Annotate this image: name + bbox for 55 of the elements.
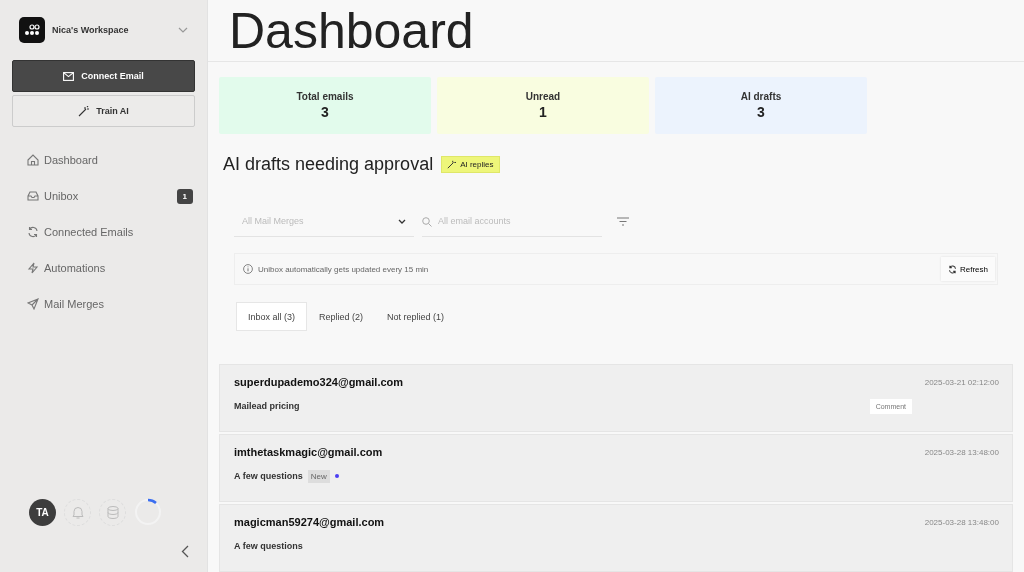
email-row[interactable]: imthetaskmagic@gmail.com 2025-03-28 13:48:00 A few questions New — [219, 434, 1013, 502]
new-tag: New — [307, 469, 330, 483]
home-icon — [27, 154, 39, 166]
refresh-icon — [948, 264, 957, 274]
search-icon — [422, 216, 432, 227]
inbox-icon — [27, 190, 39, 202]
count-badge: 1 — [176, 188, 193, 204]
collapse-chevron-icon[interactable] — [181, 545, 189, 558]
stat-label: AI drafts — [740, 91, 782, 102]
info-text: Unibox automatically gets updated every 15 min — [258, 264, 430, 274]
filter-tab[interactable]: Replied (2) — [307, 302, 376, 331]
nav-item[interactable]: Unibox 1 — [27, 185, 195, 207]
chevron-down-icon[interactable] — [178, 27, 188, 33]
loading-spinner — [134, 498, 162, 526]
mail-icon — [63, 71, 75, 81]
sender-email: imthetaskmagic@gmail.com — [234, 446, 383, 458]
magic-wand-icon — [78, 105, 90, 117]
sync-icon — [27, 226, 39, 238]
stat-value: 1 — [539, 104, 547, 120]
email-row[interactable]: magicman59274@gmail.com 2025-03-28 13:48:00 A few questions — [219, 504, 1013, 572]
email-subject: A few questions — [234, 541, 303, 551]
sender-email: magicman59274@gmail.com — [234, 516, 385, 528]
refresh-button[interactable]: Refresh — [941, 257, 995, 281]
user-avatar[interactable]: TA — [29, 498, 56, 526]
stat-label: Total emails — [296, 91, 354, 102]
sender-email: superdupademo324@gmail.com — [234, 376, 404, 388]
ai-replies-tag: AI replies — [441, 155, 500, 173]
timestamp: 2025-03-28 13:48:00 — [924, 447, 999, 457]
stat-label: Unread — [525, 91, 561, 102]
timestamp: 2025-03-28 13:48:00 — [924, 517, 999, 527]
bell-icon — [71, 505, 84, 519]
section-title: AI drafts needing approval — [223, 153, 434, 175]
nav-item[interactable]: Dashboard — [27, 149, 195, 171]
stat-value: 3 — [321, 104, 329, 120]
workspace-logo-icon — [19, 17, 45, 43]
filter-tab[interactable]: Inbox all (3) — [236, 302, 308, 331]
nav-item[interactable]: Connected Emails — [27, 221, 195, 243]
train-ai-button[interactable]: Train AI — [12, 95, 195, 127]
chevron-down-icon — [398, 218, 406, 224]
filter-icon[interactable] — [617, 217, 629, 226]
email-subject: A few questions — [234, 471, 303, 481]
filter-tab[interactable]: Not replied (1) — [375, 302, 457, 331]
nav-item[interactable]: Automations — [27, 257, 195, 279]
magic-wand-icon — [447, 159, 457, 169]
workspace-name: Nica's Workspace — [52, 25, 130, 35]
timestamp: 2025-03-21 02:12:00 — [924, 377, 999, 387]
send-icon — [27, 298, 39, 310]
lightning-icon — [27, 262, 39, 274]
email-subject: Mailead pricing — [234, 401, 300, 411]
stat-value: 3 — [757, 104, 765, 120]
nav-item[interactable]: Mail Merges — [27, 293, 195, 315]
connect-email-button[interactable]: Connect Email — [12, 60, 195, 92]
database-icon — [106, 505, 119, 519]
page-title: Dashboard — [229, 1, 474, 60]
info-icon — [243, 264, 253, 274]
